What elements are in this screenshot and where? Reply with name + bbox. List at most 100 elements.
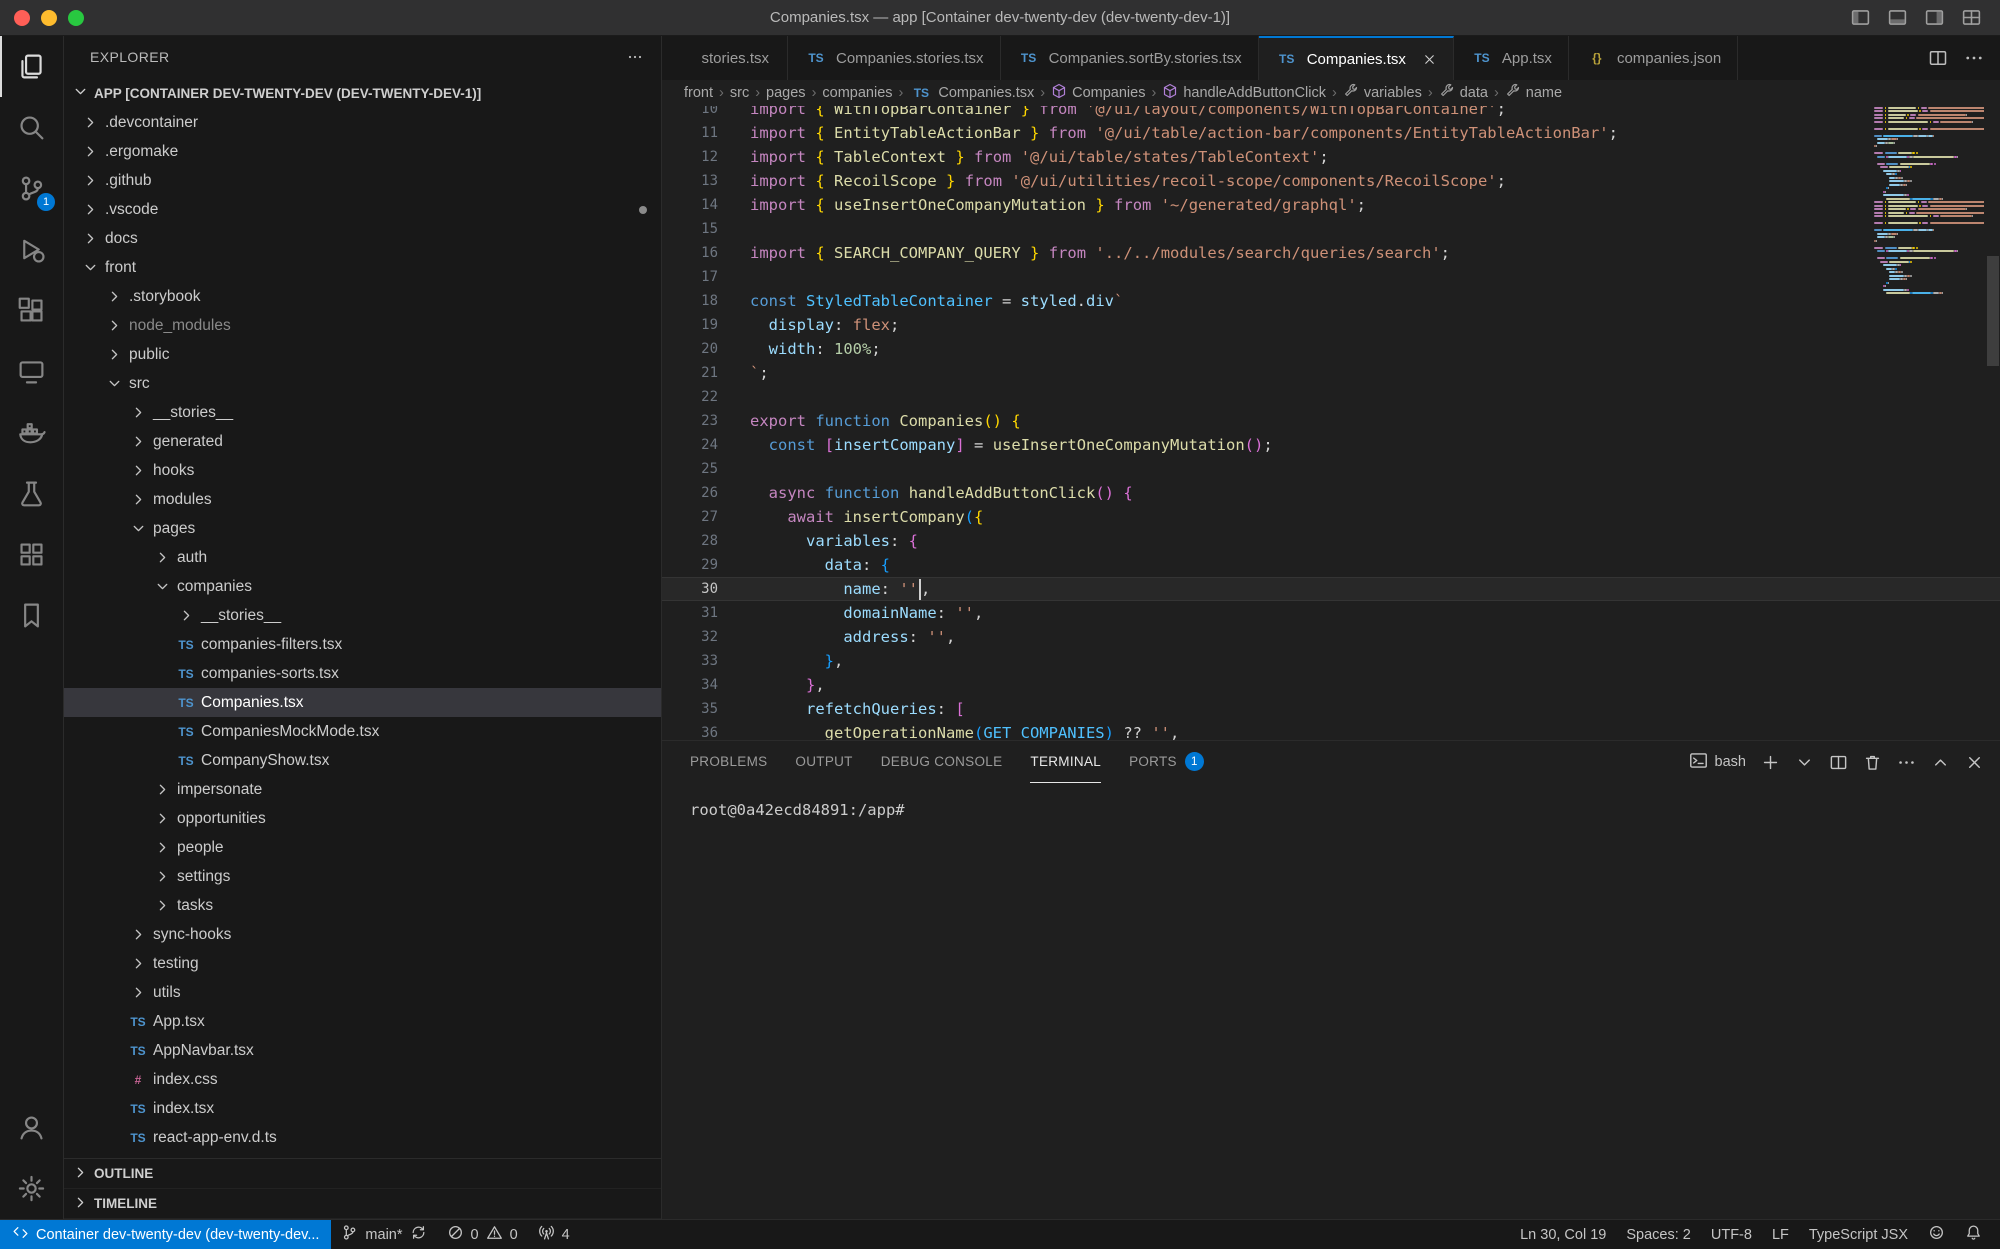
activity-source-control[interactable]: 1 [0,158,63,219]
remote-indicator[interactable]: Container dev-twenty-dev (dev-twenty-dev… [0,1220,331,1249]
workspace-section-header[interactable]: APP [CONTAINER DEV-TWENTY-DEV (DEV-TWENT… [64,78,661,108]
tree-item[interactable]: TSCompaniesMockMode.tsx [64,717,661,746]
toggle-primary-sidebar-button[interactable] [1850,7,1871,28]
tree-item[interactable]: .storybook [64,282,661,311]
tree-item[interactable]: TScompanies-sorts.tsx [64,659,661,688]
code-line[interactable]: 26 async function handleAddButtonClick()… [662,481,2000,505]
split-terminal-button[interactable] [1829,753,1848,772]
code-line[interactable]: 20 width: 100%; [662,337,2000,361]
tree-item[interactable]: __stories__ [64,398,661,427]
tree-item[interactable]: TSreact-app-env.d.ts [64,1123,661,1152]
tab-companies-stories-tsx[interactable]: TSCompanies.stories.tsx [788,36,1001,80]
tab-app-tsx[interactable]: TSApp.tsx [1454,36,1569,80]
breadcrumb-item[interactable]: name [1505,83,1562,103]
breadcrumb-item[interactable]: pages [766,85,806,101]
tab-companies-tsx[interactable]: TSCompanies.tsx [1259,36,1454,80]
code-line[interactable]: 29 data: { [662,553,2000,577]
shell-selector[interactable]: bash [1689,751,1746,774]
terminal-profile-dropdown[interactable] [1795,753,1814,772]
minimap[interactable] [1874,106,1984,295]
timeline-section-header[interactable]: TIMELINE [64,1189,661,1219]
activity-settings[interactable] [0,1158,63,1219]
outline-section-header[interactable]: OUTLINE [64,1159,661,1189]
activity-testing[interactable] [0,463,63,524]
new-terminal-button[interactable] [1761,753,1780,772]
tree-item[interactable]: .ergomake [64,137,661,166]
code-line[interactable]: 27 await insertCompany({ [662,505,2000,529]
breadcrumb-item[interactable]: variables [1343,83,1422,103]
tree-item[interactable]: __stories__ [64,601,661,630]
code-line[interactable]: 32 address: '', [662,625,2000,649]
code-line[interactable]: 14import { useInsertOneCompanyMutation }… [662,193,2000,217]
problems-status[interactable]: 0 0 [437,1220,528,1249]
code-line[interactable]: 16import { SEARCH_COMPANY_QUERY } from '… [662,241,2000,265]
editor-scrollbar[interactable] [1987,256,1999,366]
panel-tab-terminal[interactable]: TERMINAL [1030,741,1101,783]
activity-search[interactable] [0,97,63,158]
indentation-status[interactable]: Spaces: 2 [1616,1220,1701,1249]
code-line[interactable]: 17 [662,265,2000,289]
code-area[interactable]: 10import { WithTopBarContainer } from '@… [662,106,2000,740]
code-line[interactable]: 31 domainName: '', [662,601,2000,625]
tree-item[interactable]: .github [64,166,661,195]
tree-item[interactable]: docs [64,224,661,253]
tab-companies-json[interactable]: {}companies.json [1569,36,1738,80]
tree-item[interactable]: front [64,253,661,282]
tree-item[interactable]: generated [64,427,661,456]
zoom-window-button[interactable] [68,10,84,26]
code-line[interactable]: 30 name: '', [662,577,2000,601]
tab-stories-tsx[interactable]: stories.tsx [662,36,788,80]
tree-item[interactable]: sync-hooks [64,920,661,949]
panel-tab-debug-console[interactable]: DEBUG CONSOLE [881,741,1003,783]
code-line[interactable]: 19 display: flex; [662,313,2000,337]
code-line[interactable]: 33 }, [662,649,2000,673]
code-line[interactable]: 21`; [662,361,2000,385]
activity-explorer[interactable] [0,36,63,97]
language-mode-status[interactable]: TypeScript JSX [1799,1220,1918,1249]
customize-layout-button[interactable] [1961,7,1982,28]
tree-item[interactable]: hooks [64,456,661,485]
tree-item[interactable]: opportunities [64,804,661,833]
minimize-window-button[interactable] [41,10,57,26]
close-tab-button[interactable] [1422,52,1437,67]
code-line[interactable]: 25 [662,457,2000,481]
tree-item[interactable]: people [64,833,661,862]
code-line[interactable]: 24 const [insertCompany] = useInsertOneC… [662,433,2000,457]
code-line[interactable]: 22 [662,385,2000,409]
editor[interactable]: 10import { WithTopBarContainer } from '@… [662,106,2000,740]
tree-item[interactable]: src [64,369,661,398]
maximize-panel-button[interactable] [1931,753,1950,772]
tree-item[interactable]: node_modules [64,311,661,340]
close-panel-button[interactable] [1965,753,1984,772]
tree-item[interactable]: settings [64,862,661,891]
activity-gitlens[interactable] [0,524,63,585]
tree-item[interactable]: impersonate [64,775,661,804]
code-line[interactable]: 10import { WithTopBarContainer } from '@… [662,106,2000,121]
cursor-position-status[interactable]: Ln 30, Col 19 [1510,1220,1616,1249]
tree-item[interactable]: TSCompanyShow.tsx [64,746,661,775]
tree-item[interactable]: .vscode [64,195,661,224]
activity-docker[interactable] [0,402,63,463]
editor-more-actions-button[interactable] [1964,48,1984,68]
code-line[interactable]: 11import { EntityTableActionBar } from '… [662,121,2000,145]
activity-accounts[interactable] [0,1097,63,1158]
tree-item[interactable]: tasks [64,891,661,920]
activity-extensions[interactable] [0,280,63,341]
toggle-secondary-sidebar-button[interactable] [1924,7,1945,28]
tab-companies-sortby-stories-tsx[interactable]: TSCompanies.sortBy.stories.tsx [1001,36,1259,80]
panel-tab-ports[interactable]: PORTS1 [1129,741,1204,783]
breadcrumb-item[interactable]: Companies [1051,83,1145,103]
tree-item[interactable]: testing [64,949,661,978]
breadcrumb-item[interactable]: data [1439,83,1488,103]
notifications-bell[interactable] [1955,1220,1992,1249]
tree-item[interactable]: TSApp.tsx [64,1007,661,1036]
tree-item[interactable]: modules [64,485,661,514]
breadcrumb-item[interactable]: TSCompanies.tsx [909,85,1034,101]
panel-more-actions-button[interactable] [1897,753,1916,772]
forwarded-ports-status[interactable]: 4 [528,1220,580,1249]
code-line[interactable]: 34 }, [662,673,2000,697]
panel-tab-problems[interactable]: PROBLEMS [690,741,767,783]
code-line[interactable]: 23export function Companies() { [662,409,2000,433]
tree-item[interactable]: auth [64,543,661,572]
split-editor-button[interactable] [1928,48,1948,68]
